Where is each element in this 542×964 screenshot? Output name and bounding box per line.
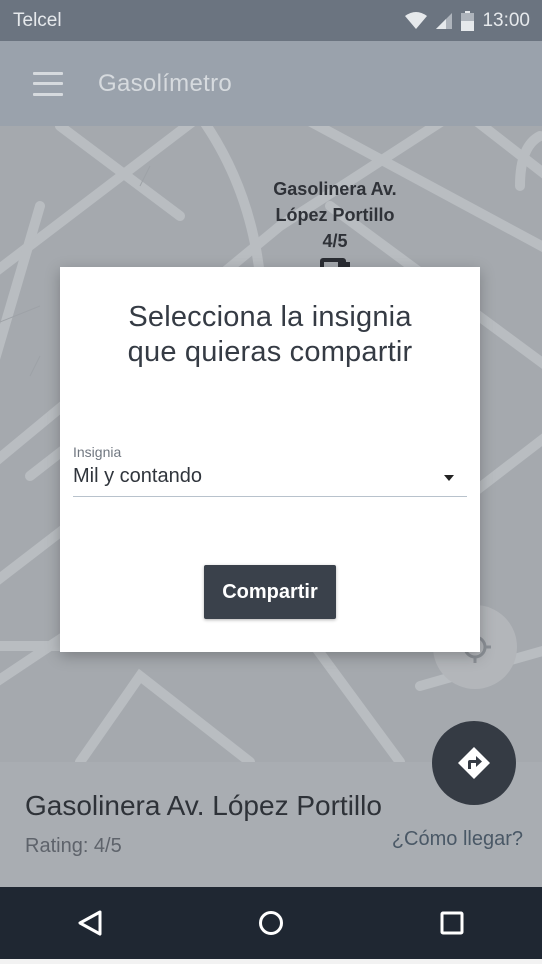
marker-label-line: 4/5 <box>322 231 348 251</box>
home-icon <box>258 911 283 935</box>
bottom-strip <box>0 959 542 964</box>
marker-label-line: López Portillo <box>275 205 395 225</box>
dropdown-arrow-icon <box>444 475 454 481</box>
battery-icon <box>461 10 475 31</box>
station-rating: Rating: 4/5 <box>25 835 122 857</box>
system-nav-bar <box>0 887 542 959</box>
badge-field-label: Insignia <box>73 444 122 460</box>
app-title: Gasolímetro <box>98 69 233 97</box>
share-button[interactable]: Compartir <box>204 565 336 619</box>
status-icons: 13:00 <box>405 10 530 32</box>
dialog-title: Selecciona la insignia que quieras compa… <box>60 300 480 370</box>
recents-icon <box>440 911 464 935</box>
back-icon <box>78 910 102 936</box>
clock: 13:00 <box>482 9 530 31</box>
dialog-title-line: Selecciona la insignia <box>128 301 412 333</box>
map-marker-label: Gasolinera Av. López Portillo 4/5 <box>255 176 415 254</box>
station-name: Gasolinera Av. López Portillo <box>25 790 382 821</box>
home-button[interactable] <box>241 893 301 953</box>
directions-icon <box>458 747 490 779</box>
recents-button[interactable] <box>422 893 482 953</box>
directions-link[interactable]: ¿Cómo llegar? <box>392 828 523 851</box>
signal-icon <box>436 12 453 29</box>
badge-select[interactable]: Mil y contando <box>73 463 467 497</box>
back-button[interactable] <box>60 893 120 953</box>
carrier-name: Telcel <box>13 9 62 31</box>
share-badge-dialog: Selecciona la insignia que quieras compa… <box>60 267 480 652</box>
app-bar: Gasolímetro <box>0 41 542 126</box>
directions-button[interactable] <box>432 721 516 805</box>
wifi-icon <box>405 11 428 29</box>
marker-label-line: Gasolinera Av. <box>273 179 397 199</box>
status-bar: Telcel 13:00 <box>0 0 542 41</box>
dialog-title-line: que quieras compartir <box>127 336 413 368</box>
badge-select-value: Mil y contando <box>73 465 202 487</box>
hamburger-menu-icon[interactable] <box>33 71 63 96</box>
